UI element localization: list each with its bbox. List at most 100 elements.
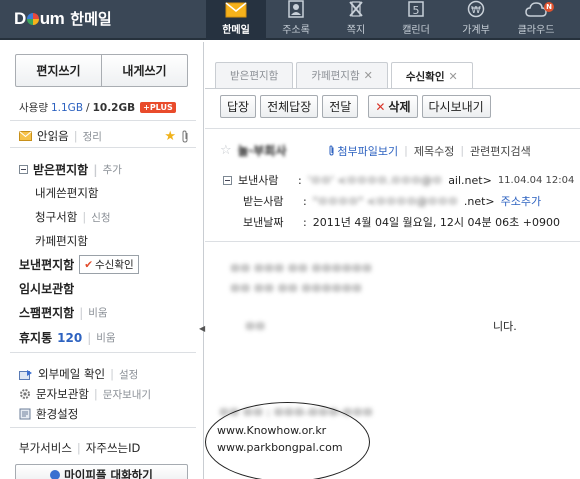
attachment-label: 첨부파일보기 xyxy=(337,144,399,158)
attachment-link[interactable]: 첨부파일보기 xyxy=(328,143,398,159)
app-cloud[interactable]: N 클라우드 xyxy=(506,0,566,40)
collapse-icon[interactable] xyxy=(19,165,28,174)
paperclip-icon[interactable] xyxy=(181,129,189,143)
sms-row[interactable]: 문자보관함 | 문자보내기 xyxy=(19,386,151,402)
receipt-check-button[interactable]: ✔ 수신확인 xyxy=(79,255,139,274)
close-icon[interactable]: ✕ xyxy=(448,70,457,83)
app-budget[interactable]: ₩ 가계부 xyxy=(446,0,506,40)
colon: : xyxy=(298,173,302,187)
add-contact-link[interactable]: 주소추가 xyxy=(501,193,541,209)
inbox-add-link[interactable]: 추가 xyxy=(103,162,122,177)
from-address[interactable]: 'ㅁㅁ' <ㅁㅁㅁㅁ.ㅁㅁㅁ@ㅁ xyxy=(308,172,442,188)
logo-dot xyxy=(26,12,39,25)
self-compose-button[interactable]: 내게쓰기 xyxy=(101,55,187,86)
folder-label[interactable]: 내게쓴편지함 xyxy=(35,185,98,201)
subject-title: 놀·부회사 xyxy=(237,144,287,158)
spam-empty-link[interactable]: 비움 xyxy=(88,305,107,320)
calendar-glyph: 5 xyxy=(413,4,420,17)
star-icon[interactable]: ☆ xyxy=(220,143,232,158)
drafts-row[interactable]: 임시보관함 xyxy=(19,280,74,297)
mail-tabs: 받은편지함 카페편지함 ✕ 수신확인 ✕ xyxy=(215,62,473,89)
addressbook-icon xyxy=(288,0,304,18)
external-settings-link[interactable]: 설정 xyxy=(119,367,138,382)
external-mail-label[interactable]: 외부메일 확인 xyxy=(38,366,105,382)
settings-row[interactable]: 환경설정 xyxy=(19,406,78,422)
bills-apply-link[interactable]: 신청 xyxy=(91,210,110,225)
folder-cafe[interactable]: 카페편지함 xyxy=(35,233,88,249)
sent-row[interactable]: 보낸편지함 ✔ 수신확인 xyxy=(19,255,139,274)
app-addressbook[interactable]: 주소록 xyxy=(266,0,326,40)
extra-services-link[interactable]: 부가서비스 xyxy=(19,440,72,456)
close-icon[interactable]: ✕ xyxy=(364,69,373,82)
tab-receipt[interactable]: 수신확인 ✕ xyxy=(390,62,473,89)
tab-cafe[interactable]: 카페편지함 ✕ xyxy=(296,62,388,88)
delete-button[interactable]: ✕ 삭제 xyxy=(368,95,418,118)
reply-button[interactable]: 답장 xyxy=(220,95,257,118)
app-mail[interactable]: 한메일 xyxy=(206,0,266,40)
collapse-icon[interactable] xyxy=(223,175,232,185)
sms-label[interactable]: 문자보관함 xyxy=(36,386,89,402)
brand[interactable]: Dum 한메일 xyxy=(14,8,112,29)
body-line-3: ㅁㅁ xyxy=(245,320,266,333)
signature-url-2[interactable]: www.parkbongpal.com xyxy=(217,441,343,454)
app-note[interactable]: 쪽지 xyxy=(326,0,386,40)
trash-row[interactable]: 휴지통 120 | 비움 xyxy=(19,329,116,346)
envelope-icon xyxy=(19,131,32,141)
drafts-label[interactable]: 임시보관함 xyxy=(19,280,74,297)
folder-label[interactable]: 청구서함 xyxy=(35,209,77,225)
sidebar: 편지쓰기 내게쓰기 사용량 1.1GB / 10.2GB +PLUS 안읽음 |… xyxy=(0,42,205,479)
edit-subject-link[interactable]: 제목수정 xyxy=(414,143,454,159)
tab-label: 수신확인 xyxy=(405,70,445,83)
settings-label[interactable]: 환경설정 xyxy=(36,406,78,422)
external-mail-row[interactable]: 외부메일 확인 | 설정 xyxy=(19,366,138,382)
signature-contact: ㅁㅁ ㅁㅁ : ㅁㅁㅁ-ㅁㅁㅁ-ㅁㅁㅁ xyxy=(219,406,373,419)
forward-button[interactable]: 전달 xyxy=(322,95,359,118)
signature-url-1[interactable]: www.Knowhow.or.kr xyxy=(217,424,326,437)
plus-badge[interactable]: +PLUS xyxy=(140,102,176,113)
compose-buttons: 편지쓰기 내게쓰기 xyxy=(15,54,188,87)
unread-clean-link[interactable]: 정리 xyxy=(83,129,102,144)
folder-self[interactable]: 내게쓴편지함 xyxy=(35,185,98,201)
divider xyxy=(10,147,196,148)
date-row: 보낸날짜 : 2011년 4월 04일 월요일, 12시 04분 06초 +09… xyxy=(243,214,560,230)
separator: | xyxy=(82,210,87,224)
date-label: 보낸날짜 xyxy=(243,216,284,229)
trash-label[interactable]: 휴지통 xyxy=(19,329,52,346)
app-label: 쪽지 xyxy=(346,25,366,36)
mypeople-button[interactable]: 마이피플 대화하기 xyxy=(15,464,188,479)
separator: | xyxy=(404,144,408,157)
sent-label[interactable]: 보낸편지함 xyxy=(19,256,74,273)
colon: : xyxy=(303,215,307,229)
settings-icon xyxy=(19,408,31,420)
spam-row[interactable]: 스팸편지함 | 비움 xyxy=(19,304,108,321)
body-line-2: ㅁㅁ ㅁㅁ ㅁㅁ ㅁㅁㅁㅁㅁㅁ xyxy=(230,282,362,295)
main-panel: 받은편지함 카페편지함 ✕ 수신확인 ✕ 답장 전체답장 전달 ✕ 삭제 다시보… xyxy=(205,42,580,479)
related-search-link[interactable]: 관련편지검색 xyxy=(470,143,531,159)
folder-bills[interactable]: 청구서함 | 신청 xyxy=(35,209,111,225)
tab-inbox[interactable]: 받은편지함 xyxy=(215,62,294,88)
folder-label[interactable]: 카페편지함 xyxy=(35,233,88,249)
won-icon: ₩ xyxy=(467,0,485,18)
unread-label[interactable]: 안읽음 xyxy=(37,128,69,144)
trash-empty-link[interactable]: 비움 xyxy=(96,330,115,345)
inbox-label[interactable]: 받은편지함 xyxy=(33,161,88,178)
send-again-button[interactable]: 다시보내기 xyxy=(421,95,491,118)
app-label: 가계부 xyxy=(462,25,490,36)
app-label: 한메일 xyxy=(222,25,250,36)
note-icon xyxy=(349,1,363,17)
star-icon[interactable]: ★ xyxy=(164,129,176,144)
app-calendar[interactable]: 5 캘린더 xyxy=(386,0,446,40)
sms-send-link[interactable]: 문자보내기 xyxy=(103,387,151,402)
compose-button[interactable]: 편지쓰기 xyxy=(16,55,101,86)
inbox-row[interactable]: 받은편지함 | 추가 xyxy=(19,161,122,178)
tab-label: 받은편지함 xyxy=(230,70,279,82)
to-address[interactable]: "ㅁㅁㅁㅁ" <ㅁㅁㅁㅁ@ㅁㅁㅁ xyxy=(313,193,458,209)
separator: | xyxy=(93,387,98,401)
app-label: 캘린더 xyxy=(402,25,430,36)
frequent-id-link[interactable]: 자주쓰는ID xyxy=(86,440,141,456)
delete-label: 삭제 xyxy=(388,100,411,114)
separator: | xyxy=(79,305,84,320)
spam-label[interactable]: 스팸편지함 xyxy=(19,304,74,321)
reply-all-button[interactable]: 전체답장 xyxy=(260,95,319,118)
separator: | xyxy=(110,367,115,381)
